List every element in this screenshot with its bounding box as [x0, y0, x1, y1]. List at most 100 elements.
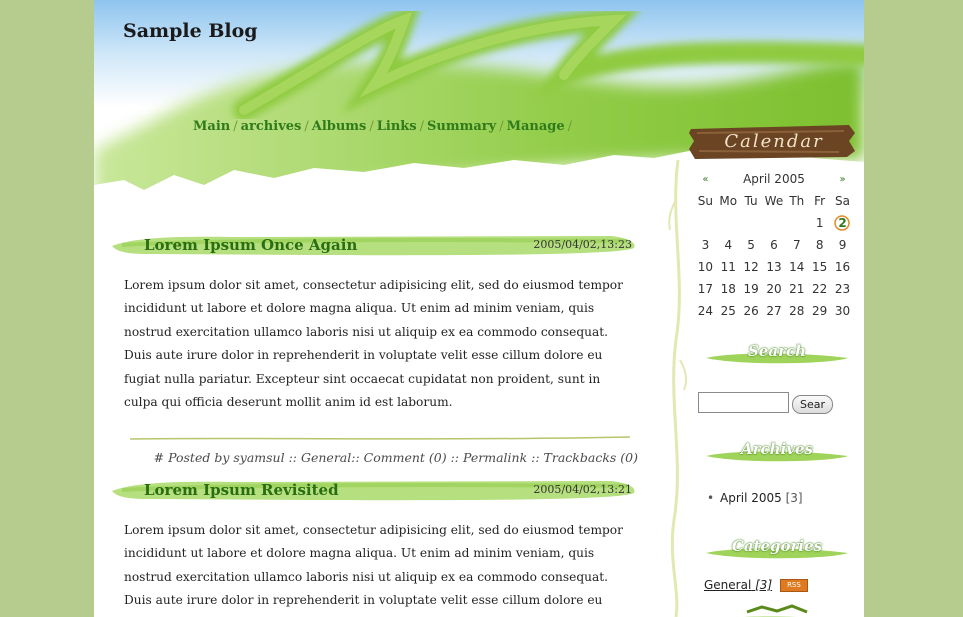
post-trackbacks-link[interactable]: Trackbacks (0): [544, 450, 638, 465]
calendar-day: 10: [697, 260, 714, 274]
calendar-day: 9: [838, 238, 847, 252]
weekday-label: Sa: [835, 194, 851, 208]
archives-heading-text: Archives: [741, 440, 813, 458]
calendar-day: 6: [770, 238, 778, 252]
category-link[interactable]: General [3]: [704, 578, 772, 592]
weekday-label: Th: [789, 194, 805, 208]
post-comment-link[interactable]: Comment (0): [364, 450, 447, 465]
site-title[interactable]: Sample Blog: [123, 20, 258, 42]
nav-link-links[interactable]: Links: [377, 119, 417, 134]
heading-brush-icon: [744, 604, 808, 617]
post-body: Lorem ipsum dolor sit amet, consectetur …: [124, 523, 623, 617]
calendar-day: [785, 212, 808, 234]
post-category-link[interactable]: General: [301, 450, 351, 465]
post-title[interactable]: Lorem Ipsum Revisited: [144, 481, 339, 499]
calendar-day: 3: [701, 238, 710, 252]
weekday-label: Mo: [719, 194, 738, 208]
calendar-day: 28: [789, 304, 805, 318]
categories-heading: Categories: [702, 535, 852, 567]
calendar-week-row: 24 25 26 27 28 29 30: [694, 300, 854, 322]
calendar-day: 15: [812, 260, 828, 274]
nav-link-albums[interactable]: Albums: [312, 119, 367, 134]
calendar-week-row: 1 2: [694, 212, 854, 234]
calendar-day: 19: [743, 282, 759, 296]
calendar-day: 29: [812, 304, 828, 318]
calendar-heading: Calendar: [689, 121, 859, 161]
calendar-week-row: 17 18 19 20 21 22 23: [694, 278, 854, 300]
post-title[interactable]: Lorem Ipsum Once Again: [144, 236, 357, 254]
categories-heading-text: Categories: [731, 537, 823, 555]
archive-count: [3]: [785, 491, 803, 505]
calendar-day-today-label: 2: [838, 216, 847, 230]
search-heading: Search: [702, 340, 852, 372]
calendar-day: 4: [724, 238, 733, 252]
calendar-day: 12: [743, 260, 759, 274]
nav-link-main[interactable]: Main: [193, 119, 230, 134]
nav-separator: /: [567, 119, 573, 134]
search-button[interactable]: Sear: [792, 395, 833, 414]
nav-separator: /: [419, 119, 425, 134]
calendar-table: « April 2005 » Su Mo Tu We Th Fr Sa 1 2: [694, 168, 854, 322]
nav-separator: /: [499, 119, 504, 134]
nav-separator: /: [369, 119, 374, 134]
page-container: Sample Blog Main / archives / Albums / Links / S…: [94, 0, 864, 617]
calendar-day: 7: [792, 238, 801, 252]
calendar-day: 23: [834, 282, 851, 296]
calendar-prev-link[interactable]: «: [694, 168, 717, 190]
calendar-day: 11: [720, 260, 736, 274]
calendar-day: 14: [789, 260, 805, 274]
calendar-day: 25: [720, 304, 736, 318]
post-permalink[interactable]: Permalink: [463, 450, 527, 465]
calendar-week-row: 10 11 12 13 14 15 16: [694, 256, 854, 278]
calendar-heading-text: Calendar: [724, 131, 824, 152]
category-count: [3]: [755, 578, 773, 592]
calendar-weekday-row: Su Mo Tu We Th Fr Sa: [694, 190, 854, 212]
search-input[interactable]: [698, 392, 789, 413]
vine-divider: [668, 160, 688, 617]
search-heading-text: Search: [747, 342, 807, 360]
archives-heading: Archives: [702, 438, 852, 470]
post-footer: # Posted by syamsul :: General:: Comment…: [153, 450, 638, 465]
post-header: Lorem Ipsum Revisited 2005/04/02,13:21: [112, 475, 642, 505]
archives-list: April 2005 [3]: [707, 491, 803, 505]
calendar-day: 5: [747, 238, 755, 252]
category-label: General: [704, 578, 752, 592]
weekday-label: We: [764, 194, 784, 208]
calendar-next-link[interactable]: »: [831, 168, 854, 190]
calendar-month: April 2005: [743, 172, 805, 186]
calendar-day: 20: [766, 282, 782, 296]
calendar-day: 30: [834, 304, 851, 318]
calendar-day: 1: [815, 216, 824, 230]
post-author: # Posted by syamsul ::: [153, 450, 298, 465]
calendar-day: 18: [720, 282, 736, 296]
nav-separator: /: [233, 119, 238, 134]
post-date: 2005/04/02,13:21: [533, 483, 632, 496]
post-body: Lorem ipsum dolor sit amet, consectetur …: [124, 278, 623, 410]
nav-link-summary[interactable]: Summary: [427, 119, 496, 134]
calendar-day: [763, 212, 786, 234]
calendar-day: 26: [743, 304, 759, 318]
post-date: 2005/04/02,13:23: [533, 238, 632, 251]
calendar-day: 21: [789, 282, 805, 296]
archive-item: April 2005 [3]: [707, 491, 803, 505]
calendar-day: [740, 212, 763, 234]
archive-link[interactable]: April 2005: [720, 491, 782, 505]
blog-post: Lorem Ipsum Revisited 2005/04/02,13:21 L…: [112, 475, 642, 617]
rss-feed-icon[interactable]: RSS: [779, 579, 808, 592]
calendar-day: 13: [766, 260, 782, 274]
main-nav: Main / archives / Albums / Links / Summary / Manag…: [193, 119, 575, 134]
calendar-day-today[interactable]: 2: [831, 212, 854, 234]
calendar-week-row: 3 4 5 6 7 8 9: [694, 234, 854, 256]
next-heading-partial: [702, 603, 852, 617]
nav-link-manage[interactable]: Manage: [507, 119, 565, 134]
weekday-label: Tu: [744, 194, 758, 208]
calendar-day: 27: [766, 304, 782, 318]
calendar-day: [694, 212, 717, 234]
nav-link-archives[interactable]: archives: [241, 119, 302, 134]
calendar-widget: « April 2005 » Su Mo Tu We Th Fr Sa 1 2: [694, 168, 854, 322]
calendar-day: 8: [815, 238, 824, 252]
weekday-label: Fr: [814, 194, 826, 208]
calendar-day: 16: [834, 260, 851, 274]
calendar-day: 22: [812, 282, 828, 296]
calendar-day: [717, 212, 740, 234]
